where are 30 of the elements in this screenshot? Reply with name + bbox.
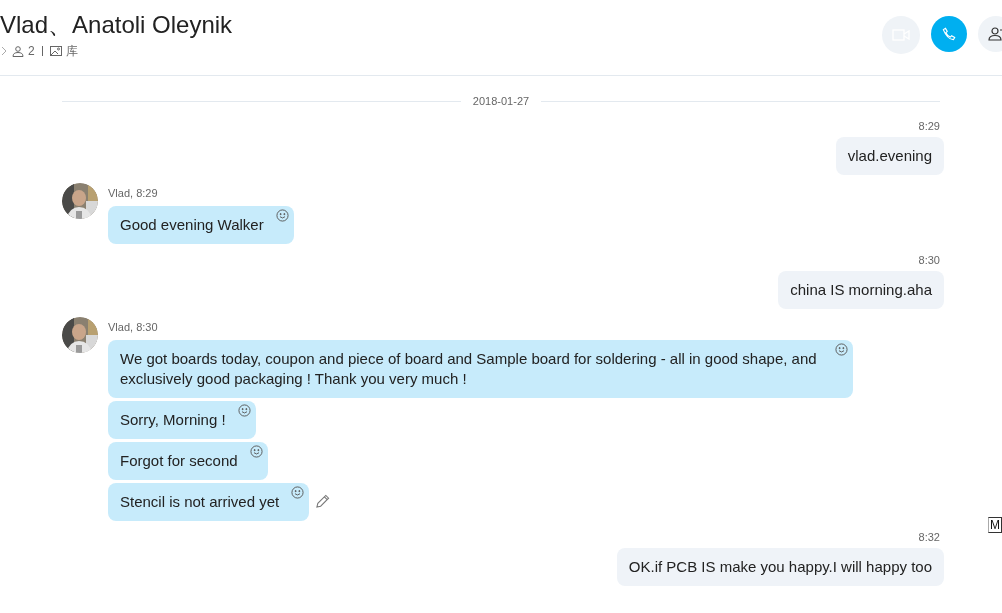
participant-count: 2	[28, 43, 35, 60]
smiley-icon[interactable]	[835, 342, 848, 356]
smiley-icon[interactable]	[237, 403, 251, 417]
message-time: 8:30	[918, 252, 940, 268]
smiley-icon[interactable]	[249, 444, 263, 458]
message-bubble: vlad.evening	[835, 137, 944, 175]
message-bubble: Forgot for second	[108, 441, 268, 480]
chevron-right-icon[interactable]	[0, 46, 8, 56]
date-divider: 2018-01-27	[471, 94, 531, 109]
pencil-icon[interactable]	[315, 494, 331, 509]
add-person-icon	[988, 27, 1002, 41]
smiley-icon[interactable]	[275, 208, 289, 222]
call-button[interactable]	[931, 16, 967, 52]
person-icon	[12, 45, 24, 57]
chat-title: Vlad、Anatoli Oleynik	[0, 10, 233, 40]
message-bubble: OK.if PCB IS make you happy.I will happy too	[616, 548, 944, 586]
smiley-icon[interactable]	[291, 485, 305, 499]
gallery-link[interactable]: 库	[65, 42, 78, 60]
message-bubble: We got boards today, coupon and piece of board and Sample board for soldering - all in good shape, and exclusively good packaging ! Thank you very much !	[108, 339, 853, 398]
message-bubble: Stencil is not arrived yet	[108, 482, 310, 521]
image-icon	[49, 46, 62, 56]
sender-time: Vlad, 8:30	[108, 320, 158, 335]
sender-time: Vlad, 8:29	[108, 186, 158, 201]
side-marker: M	[988, 517, 1002, 533]
message-bubble: china IS morning.aha	[778, 271, 944, 309]
message-time: 8:29	[918, 118, 940, 134]
message-time: 8:32	[918, 529, 940, 545]
message-bubble: Good evening Walker	[108, 205, 294, 244]
message-bubble: Sorry, Morning !	[108, 400, 256, 439]
phone-icon	[942, 27, 956, 41]
